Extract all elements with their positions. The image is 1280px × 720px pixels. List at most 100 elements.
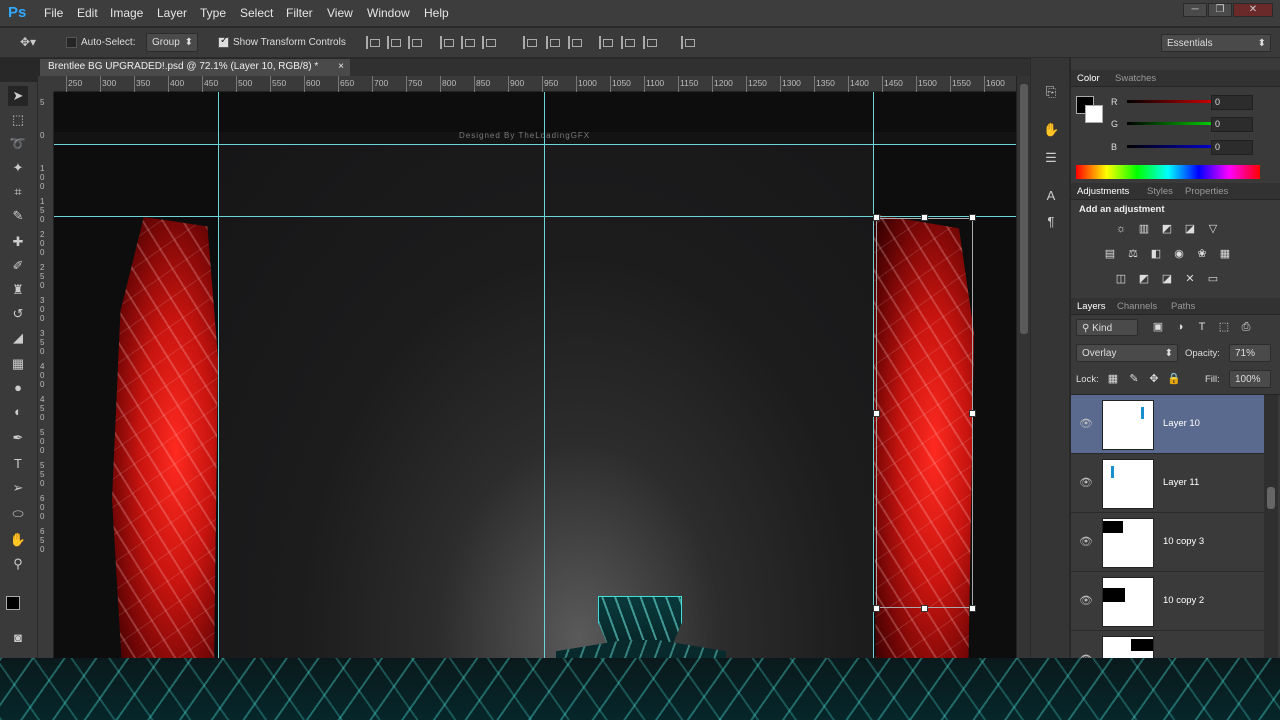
- menu-edit[interactable]: Edit: [77, 6, 98, 20]
- layer-row-layer-11[interactable]: 👁 Layer 11: [1071, 454, 1264, 513]
- workspace-dropdown[interactable]: Essentials ⬍: [1161, 34, 1271, 52]
- brush-presets-icon[interactable]: ☰: [1043, 150, 1059, 166]
- tab-properties[interactable]: Properties: [1185, 186, 1228, 197]
- align-vcenter-icon[interactable]: [387, 36, 401, 49]
- tab-paths[interactable]: Paths: [1171, 301, 1195, 312]
- blend-mode-dropdown[interactable]: Overlay ⬍: [1076, 344, 1178, 362]
- shape-tool-icon[interactable]: ⬭: [8, 504, 28, 524]
- menu-file[interactable]: File: [44, 6, 63, 20]
- document-tab[interactable]: Brentlee BG UPGRADED!.psd @ 72.1% (Layer…: [40, 59, 350, 76]
- transform-handle-tl[interactable]: [873, 214, 880, 221]
- type-tool-icon[interactable]: T: [8, 454, 28, 474]
- menu-help[interactable]: Help: [424, 6, 449, 20]
- guide-vertical-2[interactable]: [544, 92, 545, 658]
- menu-layer[interactable]: Layer: [157, 6, 187, 20]
- align-left-icon[interactable]: [440, 36, 454, 49]
- menu-filter[interactable]: Filter: [286, 6, 313, 20]
- gradient-tool-icon[interactable]: ▦: [8, 354, 28, 374]
- show-transform-checkbox[interactable]: ✓: [218, 35, 229, 48]
- eraser-tool-icon[interactable]: ◢: [8, 328, 28, 348]
- menu-select[interactable]: Select: [240, 6, 273, 20]
- tab-color[interactable]: Color: [1077, 73, 1100, 84]
- blur-tool-icon[interactable]: ●: [8, 378, 28, 398]
- layer-filter-dropdown[interactable]: ⚲ Kind: [1076, 319, 1138, 336]
- transform-handle-tr[interactable]: [969, 214, 976, 221]
- align-top-icon[interactable]: [366, 36, 380, 49]
- channel-g-value[interactable]: 0: [1211, 117, 1253, 132]
- guide-vertical-1[interactable]: [218, 92, 219, 658]
- stamp-tool-icon[interactable]: ♜: [8, 280, 28, 300]
- scrollbar-thumb[interactable]: [1020, 84, 1028, 334]
- bg-color-chip[interactable]: [1085, 105, 1103, 123]
- visibility-eye-icon[interactable]: 👁: [1079, 417, 1093, 431]
- foreground-color-swatch[interactable]: [6, 596, 20, 610]
- align-right-icon[interactable]: [482, 36, 496, 49]
- ruler-origin[interactable]: [38, 76, 54, 92]
- curves-icon[interactable]: ◩: [1160, 223, 1174, 236]
- canvas-vertical-scrollbar[interactable]: [1016, 76, 1030, 658]
- filter-adjustment-icon[interactable]: ◑: [1173, 321, 1187, 334]
- tab-adjustments[interactable]: Adjustments: [1077, 186, 1129, 197]
- channel-mixer-icon[interactable]: ❀: [1195, 248, 1209, 261]
- lock-all-icon[interactable]: 🔒: [1167, 373, 1181, 386]
- layer-row-10-copy-3[interactable]: 👁 10 copy 3: [1071, 513, 1264, 572]
- color-balance-icon[interactable]: ⚖: [1126, 248, 1140, 261]
- history-panel-icon[interactable]: ⎘: [1043, 84, 1059, 100]
- menu-window[interactable]: Window: [367, 6, 410, 20]
- marquee-tool-icon[interactable]: ⬚: [8, 110, 28, 130]
- brush-tool-icon[interactable]: ✐: [8, 256, 28, 276]
- move-tool-preset-icon[interactable]: ✥▾: [20, 35, 36, 49]
- healing-tool-icon[interactable]: ✚: [8, 232, 28, 252]
- move-tool-icon[interactable]: ➤: [8, 86, 28, 106]
- visibility-eye-icon[interactable]: 👁: [1079, 535, 1093, 549]
- selective-color-icon[interactable]: ✕: [1183, 273, 1197, 286]
- quick-mask-icon[interactable]: ◙: [8, 628, 28, 648]
- channel-b-value[interactable]: 0: [1211, 140, 1253, 155]
- history-brush-tool-icon[interactable]: ↺: [8, 304, 28, 324]
- character-panel-icon[interactable]: A: [1043, 188, 1059, 204]
- layers-scrollbar-thumb[interactable]: [1267, 487, 1275, 509]
- hue-saturation-icon[interactable]: ▤: [1103, 248, 1117, 261]
- transform-handle-tc[interactable]: [921, 214, 928, 221]
- auto-select-checkbox[interactable]: [66, 37, 77, 48]
- ruler-horizontal[interactable]: 250 300 350 400 450 500 550 600 650 700 750 800 850 9…: [54, 76, 1016, 92]
- layer-name[interactable]: Layer 11: [1163, 477, 1199, 488]
- guide-horizontal-1[interactable]: [54, 144, 1016, 145]
- tool-presets-icon[interactable]: ✋: [1043, 122, 1059, 138]
- visibility-eye-icon[interactable]: 👁: [1079, 476, 1093, 490]
- filter-type-icon[interactable]: T: [1195, 321, 1209, 334]
- invert-icon[interactable]: ◫: [1114, 273, 1128, 286]
- visibility-eye-icon[interactable]: 👁: [1079, 653, 1093, 658]
- transform-handle-ml[interactable]: [873, 410, 880, 417]
- maximize-button[interactable]: ❐: [1208, 3, 1232, 17]
- menu-type[interactable]: Type: [200, 6, 226, 20]
- opacity-field[interactable]: 71%: [1229, 344, 1271, 362]
- tab-swatches[interactable]: Swatches: [1115, 73, 1156, 84]
- guide-vertical-3[interactable]: [873, 92, 874, 658]
- tab-layers[interactable]: Layers: [1077, 301, 1106, 312]
- visibility-eye-icon[interactable]: 👁: [1079, 594, 1093, 608]
- transform-bounding-box[interactable]: [876, 218, 973, 608]
- transform-handle-bc[interactable]: [921, 605, 928, 612]
- menu-image[interactable]: Image: [110, 6, 143, 20]
- auto-select-dropdown[interactable]: Group ⬍: [146, 33, 198, 52]
- filter-shape-icon[interactable]: ⬚: [1217, 321, 1231, 334]
- lock-position-icon[interactable]: ✥: [1147, 373, 1161, 386]
- distribute-top-icon[interactable]: [523, 36, 537, 49]
- eyedropper-tool-icon[interactable]: ✎: [8, 206, 28, 226]
- path-select-tool-icon[interactable]: ➢: [8, 478, 28, 498]
- canvas[interactable]: Designed By TheLoadingGFX: [54, 92, 1016, 658]
- auto-align-icon[interactable]: [681, 36, 695, 49]
- transform-handle-bl[interactable]: [873, 605, 880, 612]
- photo-filter-icon[interactable]: ◉: [1172, 248, 1186, 261]
- exposure-icon[interactable]: ◪: [1183, 223, 1197, 236]
- distribute-bottom-icon[interactable]: [568, 36, 582, 49]
- align-bottom-icon[interactable]: [408, 36, 422, 49]
- layer-row-partial[interactable]: 👁: [1071, 631, 1264, 658]
- layer-row-layer-10[interactable]: 👁 Layer 10: [1071, 395, 1264, 454]
- guide-horizontal-2[interactable]: [54, 216, 1016, 217]
- minimize-button[interactable]: ─: [1183, 3, 1207, 17]
- layers-scrollbar[interactable]: [1264, 395, 1278, 658]
- hand-tool-icon[interactable]: ✋: [8, 530, 28, 550]
- lock-pixels-icon[interactable]: ✎: [1127, 373, 1141, 386]
